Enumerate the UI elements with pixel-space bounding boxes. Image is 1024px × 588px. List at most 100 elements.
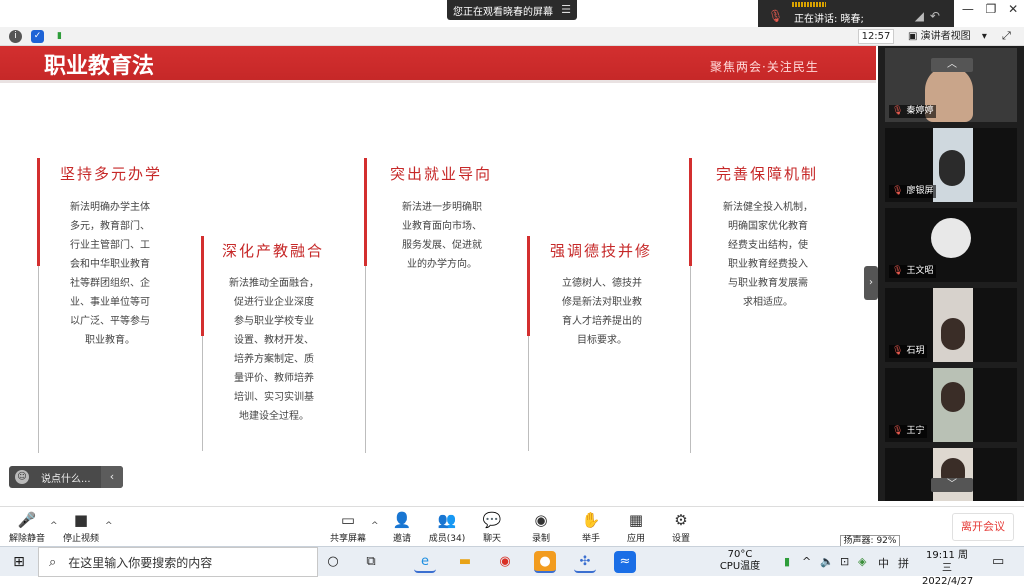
taskbar-search-input[interactable]: ⌕ 在这里输入你要搜索的内容: [38, 547, 318, 577]
share-screen-button[interactable]: ▭ 共享屏幕: [324, 511, 372, 544]
raise-hand-icon: ✋: [581, 511, 601, 529]
body-line: 与职业教育发展需: [728, 278, 808, 289]
speaker-controls-icon[interactable]: ◢↶: [915, 9, 946, 23]
task-view-circle-icon[interactable]: ○: [322, 551, 344, 573]
body-line: 育人才培养提出的: [562, 316, 642, 327]
screen-share-banner[interactable]: 您正在观看晓春的屏幕 ☰: [447, 0, 577, 20]
network-signal-icon[interactable]: ▮: [53, 30, 66, 43]
column-body: 新法进一步明确职 业教育面向市场、 服务发展、促进就 业的办学方向。: [380, 198, 504, 274]
chrome-icon[interactable]: ◉: [494, 551, 516, 573]
app-icon[interactable]: ≈: [614, 551, 636, 573]
video-options-caret[interactable]: ^: [105, 521, 113, 531]
leave-meeting-button[interactable]: 离开会议: [952, 513, 1014, 541]
body-line: 参与职业学校专业: [234, 316, 314, 327]
restore-button[interactable]: ❐: [986, 2, 997, 22]
participant-hair: [941, 318, 965, 350]
close-button[interactable]: ✕: [1008, 2, 1018, 22]
record-icon: ◉: [534, 511, 548, 529]
body-line: 职业教育经费投入: [728, 259, 808, 270]
column-accent-bar: [201, 236, 204, 336]
input-mode-icon[interactable]: 拼: [898, 555, 909, 571]
participant-tile[interactable]: ﹀: [885, 448, 1017, 501]
muted-mic-icon: 🎙: [892, 106, 904, 116]
minimize-button[interactable]: —: [962, 2, 974, 22]
quick-chat-input[interactable]: ☺ 说点什么... ‹: [9, 466, 123, 488]
windows-start-icon[interactable]: ⊞: [0, 547, 38, 577]
control-label: 设置: [671, 534, 690, 544]
unmute-button[interactable]: 🎤 解除静音: [3, 511, 51, 544]
gallery-down-icon[interactable]: ﹀: [931, 478, 973, 492]
participant-tile[interactable]: 🎙 石玥: [885, 288, 1017, 362]
emoji-icon[interactable]: ☺: [15, 470, 29, 484]
video-camera-icon: ■: [73, 511, 89, 529]
chat-button[interactable]: 💬 聊天: [468, 511, 516, 544]
window-title-bar: 您正在观看晓春的屏幕 ☰ 🎙 正在讲话: 晓春; ◢↶ — ❐ ✕: [0, 0, 1024, 32]
column-accent-bar: [689, 158, 692, 266]
wechat-icon[interactable]: ●: [534, 551, 556, 573]
meeting-timer: 12:57: [858, 29, 894, 44]
info-icon[interactable]: i: [9, 30, 22, 43]
body-line: 多元，教育部门、: [70, 221, 150, 232]
chat-placeholder: 说点什么...: [41, 473, 91, 485]
notification-icon[interactable]: ▭: [992, 554, 1004, 569]
stop-video-button[interactable]: ■ 停止视频: [57, 511, 105, 544]
body-line: 修是新法对职业教: [562, 297, 642, 308]
chevron-up-icon[interactable]: ^: [802, 555, 811, 568]
network-icon[interactable]: ⊡: [840, 555, 849, 568]
security-icon[interactable]: ◈: [858, 555, 866, 568]
windows-taskbar: ⊞ ⌕ 在这里输入你要搜索的内容 ○ ⧉ e ▬ ◉ ● ✣ ≈ 70°C CP…: [0, 546, 1024, 587]
edge-browser-icon[interactable]: e: [414, 551, 436, 573]
participant-tile[interactable]: 🎙 王文昭: [885, 208, 1017, 282]
gallery-up-icon[interactable]: ︿: [931, 58, 973, 72]
participants-button[interactable]: 👥 成员(34): [423, 511, 471, 544]
volume-icon[interactable]: 🔈: [820, 555, 834, 568]
control-label: 成员(34): [428, 534, 466, 544]
microphone-icon: 🎙: [768, 9, 784, 23]
share-menu-icon[interactable]: ☰: [559, 3, 573, 17]
task-view-icon[interactable]: ⧉: [360, 551, 382, 573]
cpu-temperature-widget[interactable]: 70°C CPU温度: [716, 549, 764, 573]
system-clock[interactable]: 19:11 周三 2022/4/27: [922, 549, 973, 588]
body-line: 设置、教材开发、: [234, 335, 314, 346]
ime-language[interactable]: 中: [878, 555, 889, 571]
header-divider: [0, 80, 876, 83]
search-placeholder: 在这里输入你要搜索的内容: [68, 555, 213, 570]
battery-icon[interactable]: ▮: [784, 555, 790, 568]
tencent-meeting-icon[interactable]: ✣: [574, 551, 596, 573]
body-line: 会和中华职业教育: [70, 259, 150, 270]
body-line: 新法明确办学主体: [70, 202, 150, 213]
cpu-temperature-label: CPU温度: [719, 561, 761, 572]
participant-tile[interactable]: ︿ 🎙 秦婷婷: [885, 48, 1017, 122]
body-line: 新法健全投入机制，: [723, 202, 813, 213]
fullscreen-icon[interactable]: ⤢: [1002, 29, 1011, 43]
record-button[interactable]: ◉ 录制: [517, 511, 565, 544]
column-body: 新法明确办学主体 多元，教育部门、 行业主管部门、工 会和中华职业教育 社等群团…: [50, 198, 170, 350]
settings-button[interactable]: ⚙ 设置: [657, 511, 705, 544]
speaking-label: 正在讲话: 晓春;: [794, 14, 864, 25]
shield-icon[interactable]: ✓: [31, 30, 44, 43]
search-icon: ⌕: [49, 554, 57, 570]
column-accent-bar: [364, 158, 367, 266]
presenter-view-dropdown[interactable]: ▣ 演讲者视图 ▾: [908, 29, 990, 44]
control-label: 停止视频: [62, 534, 99, 544]
invite-button[interactable]: 👤 邀请: [378, 511, 426, 544]
participant-hair: [939, 150, 965, 186]
body-line: 目标要求。: [577, 335, 627, 346]
body-line: 业教育面向市场、: [402, 221, 482, 232]
share-banner-text: 您正在观看晓春的屏幕: [453, 6, 553, 18]
column-accent-bar: [527, 236, 530, 336]
raise-hand-button[interactable]: ✋ 举手: [567, 511, 615, 544]
slide-header-band: 职业教育法 聚焦两会·关注民生: [0, 46, 876, 80]
collapse-chat-icon[interactable]: ‹: [101, 466, 123, 488]
gallery-toggle-handle[interactable]: ›: [864, 266, 878, 300]
meeting-info-toolbar: i ✓ ▮ 12:57 ▣ 演讲者视图 ▾ ⤢: [0, 27, 1024, 46]
microphone-muted-icon: 🎤: [17, 511, 37, 529]
slide-subtitle: 聚焦两会·关注民生: [710, 60, 819, 74]
participant-name: 🎙 廖银屏: [889, 185, 937, 198]
participant-tile[interactable]: 🎙 廖银屏: [885, 128, 1017, 202]
control-label: 举手: [581, 534, 600, 544]
apps-button[interactable]: ▦ 应用: [612, 511, 660, 544]
control-label: 解除静音: [8, 534, 45, 544]
file-explorer-icon[interactable]: ▬: [454, 551, 476, 573]
participant-tile[interactable]: 🎙 王宁: [885, 368, 1017, 442]
